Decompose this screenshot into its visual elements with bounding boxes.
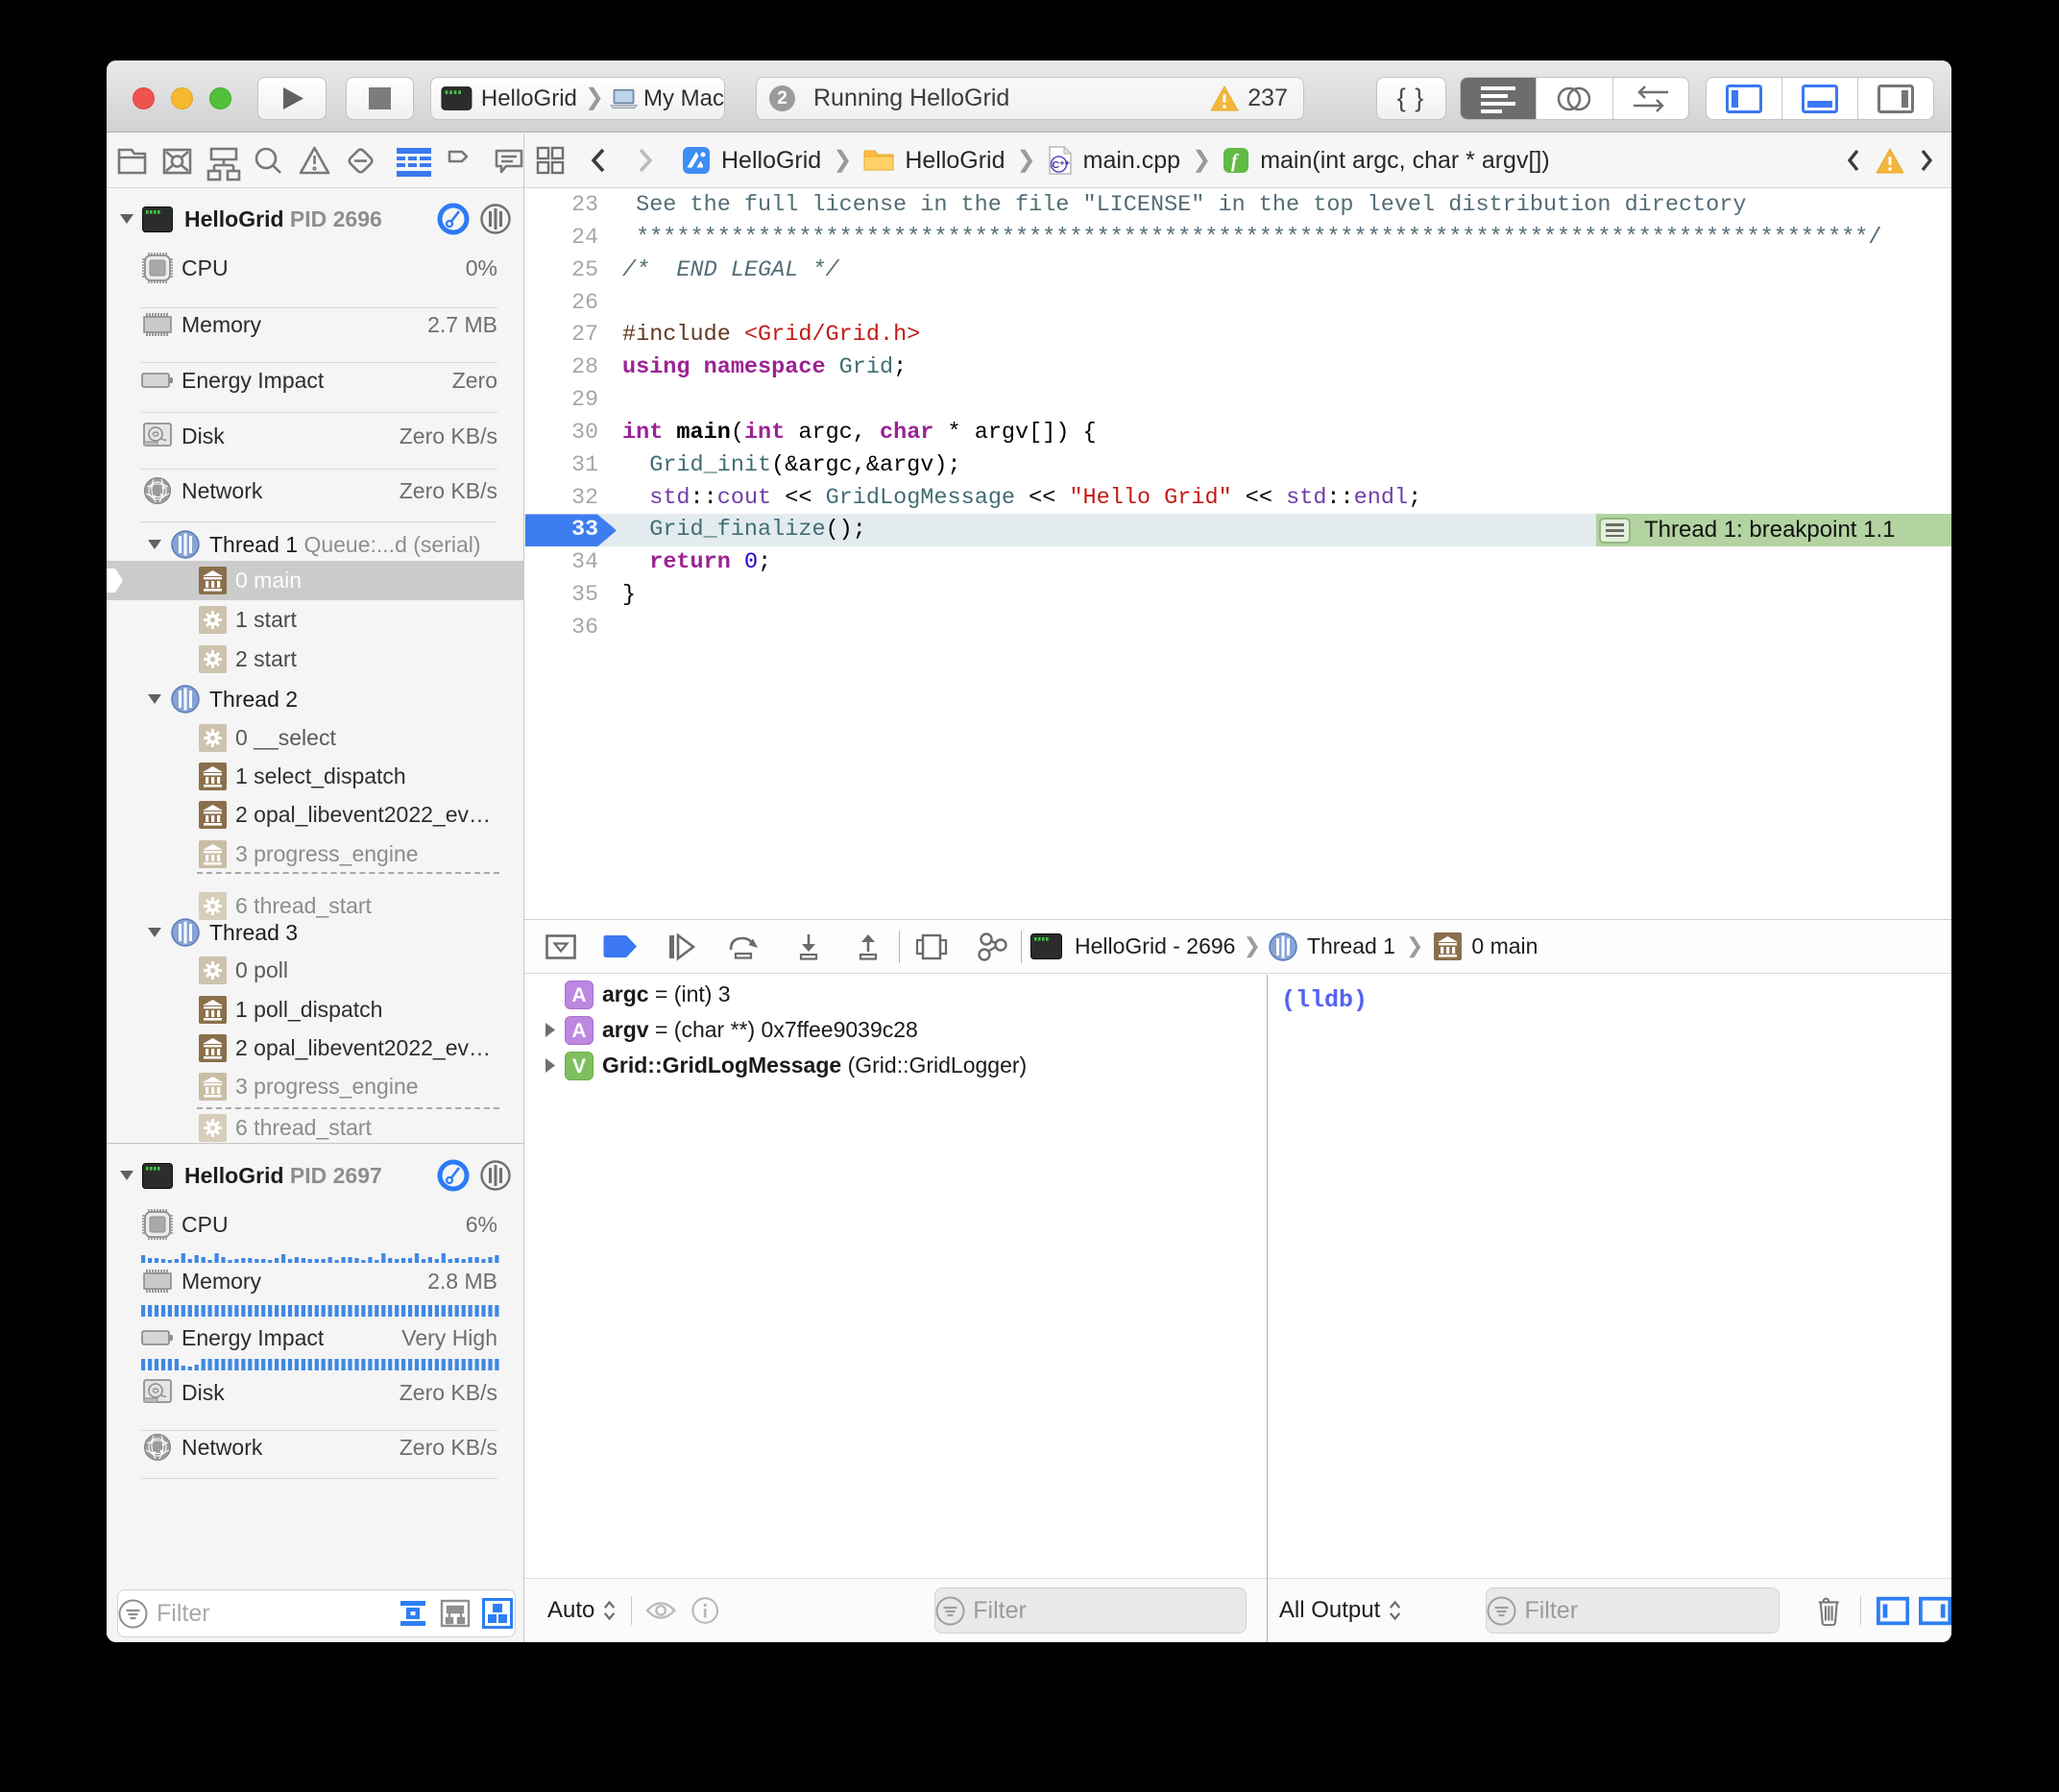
svg-text:C⁺⁺: C⁺⁺ (1052, 159, 1070, 171)
